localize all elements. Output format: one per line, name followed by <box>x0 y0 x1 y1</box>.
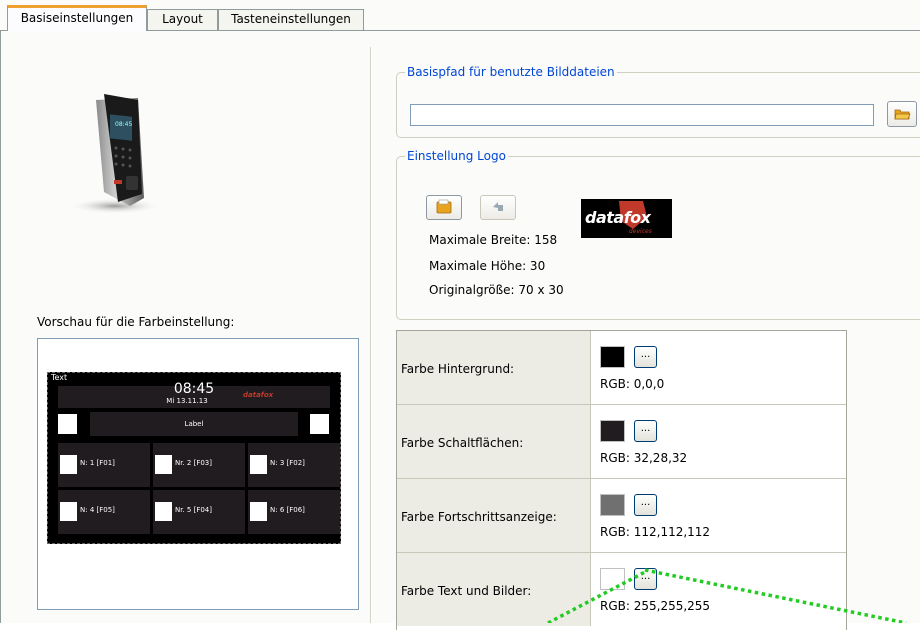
preview-button-4: N: 4 [F05] <box>58 490 150 534</box>
undo-arrow-icon <box>493 202 503 211</box>
folder-icon <box>894 109 911 120</box>
preview-clock: 08:45 <box>173 381 215 397</box>
preview-logo: datafox <box>243 391 274 399</box>
svg-text:08:45: 08:45 <box>115 121 132 128</box>
logo-group-title: Einstellung Logo <box>405 149 508 163</box>
color-row-buttons: Farbe Schaltflächen: ... RGB: 32,28,32 <box>397 405 846 479</box>
preview-right-square <box>310 414 329 434</box>
color-swatch <box>600 494 625 516</box>
color-row-label: Farbe Fortschrittsanzeige: <box>401 510 557 524</box>
preview-label: Vorschau für die Farbeinstellung: <box>37 315 235 329</box>
color-pick-button[interactable]: ... <box>634 420 657 442</box>
color-swatch <box>600 568 625 590</box>
panel-splitter <box>370 47 372 623</box>
color-swatch <box>600 420 625 442</box>
logo-load-button[interactable] <box>426 195 462 220</box>
color-rgb-value: RGB: 255,255,255 <box>600 599 711 613</box>
tab-bar: Basiseinstellungen Layout Tasteneinstell… <box>0 0 920 31</box>
color-row-text-images: Farbe Text und Bilder: ... RGB: 255,255,… <box>397 553 846 626</box>
preview-top-bar: 08:45 Mi 13.11.13 datafox <box>58 381 330 408</box>
terminal-device-image: 08:45 <box>69 94 161 214</box>
color-pick-button[interactable]: ... <box>634 346 657 368</box>
logo-original-size: Originalgröße: 70 x 30 <box>429 283 564 297</box>
color-pick-button[interactable]: ... <box>634 494 657 516</box>
preview-left-square <box>58 414 77 434</box>
folder-open-icon <box>436 199 452 214</box>
logo-reset-button[interactable] <box>480 195 516 220</box>
preview-button-5: Nr. 5 [F04] <box>153 490 245 534</box>
preview-button-6: N: 6 [F06] <box>248 490 340 534</box>
color-rgb-value: RGB: 32,28,32 <box>600 451 688 465</box>
color-row-label: Farbe Hintergrund: <box>401 362 515 376</box>
preview-screen: Text 08:45 Mi 13.11.13 datafox Label N: … <box>47 372 341 544</box>
logo-preview-image: datafox devices <box>581 199 672 238</box>
color-rgb-value: RGB: 112,112,112 <box>600 525 711 539</box>
tab-basiseinstellungen[interactable]: Basiseinstellungen <box>7 5 147 31</box>
logo-max-width: Maximale Breite: 158 <box>429 233 558 247</box>
tab-layout[interactable]: Layout <box>147 9 218 30</box>
color-pick-button[interactable]: ... <box>634 568 657 590</box>
logo-max-height: Maximale Höhe: 30 <box>429 259 546 273</box>
tab-tasteneinstellungen[interactable]: Tasteneinstellungen <box>218 9 364 30</box>
color-row-background: Farbe Hintergrund: ... RGB: 0,0,0 <box>397 331 846 405</box>
basepath-input[interactable] <box>410 104 874 126</box>
preview-button-1: N: 1 [F01] <box>58 443 150 487</box>
color-row-progress: Farbe Fortschrittsanzeige: ... RGB: 112,… <box>397 479 846 553</box>
preview-label-bar: Label <box>90 412 298 436</box>
logo-preview-text: datafox <box>585 208 651 227</box>
preview-button-3: N: 3 [F02] <box>248 443 340 487</box>
color-rgb-value: RGB: 0,0,0 <box>600 377 665 391</box>
logo-group: Einstellung Logo datafox devices Maximal… <box>396 149 920 320</box>
logo-preview-subtext: devices <box>629 228 652 235</box>
basepath-browse-button[interactable] <box>887 101 917 127</box>
preview-box: Text 08:45 Mi 13.11.13 datafox Label N: … <box>37 338 359 610</box>
preview-button-2: Nr. 2 [F03] <box>153 443 245 487</box>
color-swatch <box>600 346 625 368</box>
color-settings-table: Farbe Hintergrund: ... RGB: 0,0,0 Farbe … <box>396 330 847 630</box>
color-row-label: Farbe Text und Bilder: <box>401 584 532 598</box>
color-row-label: Farbe Schaltflächen: <box>401 436 524 450</box>
basepath-group: Basispfad für benutzte Bilddateien <box>396 65 920 138</box>
basepath-group-title: Basispfad für benutzte Bilddateien <box>405 65 617 79</box>
